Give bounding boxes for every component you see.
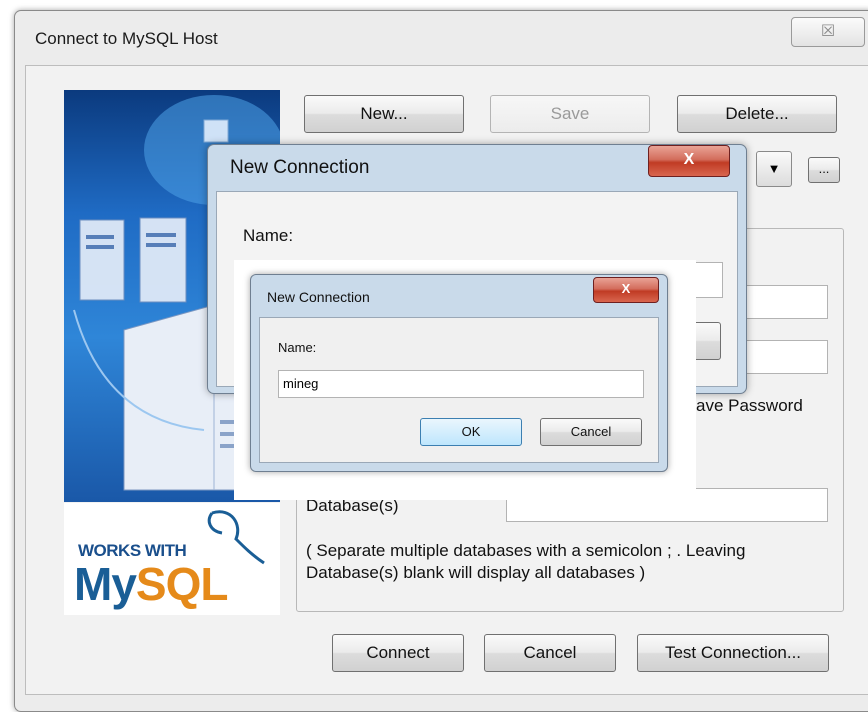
connect-button[interactable]: Connect: [332, 634, 464, 672]
new-button[interactable]: New...: [304, 95, 464, 133]
dialog-title: New Connection: [267, 289, 370, 305]
dialog-title: New Connection: [230, 157, 370, 178]
window-title: Connect to MySQL Host: [35, 29, 218, 48]
dropdown-arrow-icon: ▼: [767, 161, 781, 176]
dialog-cancel-button[interactable]: Cancel: [540, 418, 642, 446]
close-icon: X: [683, 151, 695, 168]
name-label: Name:: [278, 340, 317, 355]
dolphin-icon: [207, 510, 265, 565]
close-button[interactable]: ☒: [791, 17, 865, 47]
database-hint: ( Separate multiple databases with a sem…: [306, 541, 746, 582]
dialog-close-button[interactable]: X: [593, 277, 659, 303]
name-label: Name:: [243, 226, 294, 245]
mysql-wordmark: MySQL: [74, 558, 228, 610]
close-icon: ☒: [820, 23, 836, 40]
save-password-label: ave Password: [696, 396, 803, 415]
dialog-body: Name: mineg OK Cancel: [259, 317, 659, 463]
browse-button[interactable]: ...: [808, 157, 840, 183]
name-input[interactable]: mineg: [278, 370, 644, 398]
connection-dropdown[interactable]: ▼: [756, 151, 792, 187]
cancel-button[interactable]: Cancel: [484, 634, 616, 672]
mysql-logo: WORKS WITH MySQL: [64, 503, 280, 615]
new-connection-dialog-front: New Connection X Name: mineg OK Cancel: [250, 274, 668, 472]
ok-button[interactable]: OK: [420, 418, 522, 446]
test-connection-button[interactable]: Test Connection...: [637, 634, 829, 672]
dialog-close-button[interactable]: X: [648, 145, 730, 177]
close-icon: X: [621, 281, 631, 296]
delete-button[interactable]: Delete...: [677, 95, 837, 133]
save-button[interactable]: Save: [490, 95, 650, 133]
